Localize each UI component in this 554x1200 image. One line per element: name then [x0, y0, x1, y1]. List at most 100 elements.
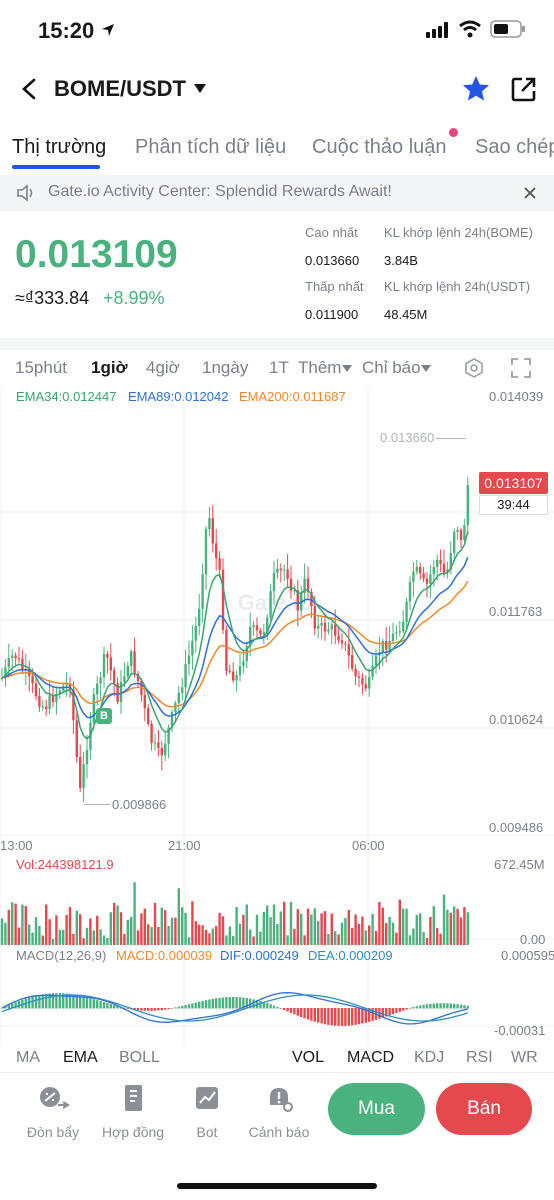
volume-bar	[133, 882, 136, 945]
volume-bar	[225, 935, 228, 945]
volume-bar	[269, 917, 272, 945]
candle-body	[123, 676, 126, 682]
volume-bar	[371, 914, 374, 945]
volume-bar	[330, 913, 333, 945]
time-tick-1: 13:00	[0, 838, 33, 853]
candle-body	[174, 703, 177, 713]
pair-title[interactable]: BOME/USDT	[54, 76, 186, 102]
candle-body	[11, 655, 14, 658]
volume-bar	[351, 927, 354, 945]
macd-bar	[177, 1006, 180, 1009]
fullscreen-icon[interactable]	[510, 357, 532, 379]
candle-body	[402, 621, 405, 632]
candle-body	[351, 655, 354, 669]
more-dropdown-icon[interactable]	[342, 365, 352, 373]
more-intervals-button[interactable]: Thêm	[298, 358, 346, 378]
volume-bar	[388, 916, 391, 945]
volume-bar	[164, 910, 167, 945]
interval-4h[interactable]: 4giờ	[146, 358, 180, 378]
volume-bar	[201, 925, 204, 945]
candle-body	[432, 567, 435, 575]
volume-bar	[109, 912, 112, 945]
candle-body	[201, 574, 204, 609]
candle-body	[31, 676, 34, 684]
volume-base-value: 3.84B	[384, 253, 418, 268]
fiat-price: ≈₫333.84	[15, 288, 90, 308]
macd-bar	[228, 997, 231, 1009]
macd-bar	[293, 1008, 296, 1015]
share-icon[interactable]	[510, 75, 538, 103]
interval-1h[interactable]: 1giờ	[91, 358, 128, 378]
chart-settings-icon[interactable]	[463, 357, 485, 379]
volume-bar	[198, 924, 201, 945]
candle-body	[133, 651, 136, 674]
volume-bar	[245, 904, 248, 945]
nav-contract[interactable]: Hợp đồng	[98, 1083, 168, 1140]
nav-leverage[interactable]: Đòn bẩy	[18, 1083, 88, 1140]
favorite-star-icon[interactable]	[461, 74, 491, 104]
volume-bar	[242, 914, 245, 945]
candle-body	[242, 661, 245, 666]
macd-bar	[429, 1003, 432, 1009]
indicator-wr[interactable]: WR	[511, 1049, 538, 1067]
candle-body	[113, 670, 116, 684]
candle-body	[7, 657, 10, 668]
sell-button[interactable]: Bán	[436, 1083, 532, 1135]
candle-body	[14, 655, 17, 659]
tab-market[interactable]: Thị trường	[12, 136, 106, 159]
indicator-macd[interactable]: MACD	[347, 1049, 394, 1067]
macd-bar	[436, 1003, 439, 1009]
announcement-bar[interactable]: Gate.io Activity Center: Splendid Reward…	[0, 175, 554, 211]
interval-1month[interactable]: 1T	[269, 358, 289, 378]
interval-1d[interactable]: 1ngày	[202, 358, 248, 378]
candle-body	[395, 632, 398, 634]
macd-bar	[439, 1003, 442, 1009]
nav-bot[interactable]: Bot	[172, 1083, 242, 1140]
candle-body	[334, 624, 337, 636]
indicator-ma[interactable]: MA	[16, 1049, 40, 1067]
high-marker-label: 0.013660	[380, 430, 435, 445]
indicators-dropdown-icon[interactable]	[421, 365, 431, 373]
candle-body	[439, 559, 442, 564]
candle-body	[313, 606, 316, 629]
candle-body	[96, 683, 99, 695]
volume-bar	[398, 899, 401, 945]
candle-body	[92, 694, 95, 723]
volume-bar	[463, 907, 466, 945]
interval-15m[interactable]: 15phút	[15, 358, 67, 378]
candle-body	[466, 485, 469, 526]
macd-bar	[313, 1008, 316, 1022]
macd-bar	[402, 1008, 405, 1011]
tab-data-analysis[interactable]: Phân tích dữ liệu	[135, 136, 286, 159]
volume-bar	[126, 919, 129, 945]
candle-body	[357, 676, 361, 678]
indicator-kdj[interactable]: KDJ	[414, 1049, 444, 1067]
indicator-rsi[interactable]: RSI	[466, 1049, 493, 1067]
indicator-boll[interactable]: BOLL	[119, 1049, 160, 1067]
back-chevron-icon[interactable]	[20, 78, 40, 100]
bot-icon	[196, 1087, 218, 1109]
indicator-ema[interactable]: EMA	[63, 1049, 98, 1067]
candle-body	[405, 601, 408, 622]
candle-body	[453, 531, 456, 554]
macd-bar	[85, 997, 89, 1009]
close-icon[interactable]	[523, 186, 537, 200]
indicators-button[interactable]: Chỉ báo	[362, 358, 421, 378]
macd-bar	[272, 1005, 276, 1009]
volume-bar	[235, 907, 238, 945]
buy-button[interactable]: Mua	[328, 1083, 425, 1135]
macd-bar	[463, 1005, 466, 1009]
volume-base-label: KL khớp lệnh 24h(BOME)	[384, 225, 533, 240]
candle-body	[374, 655, 378, 666]
volume-bar	[436, 927, 439, 945]
buy-marker[interactable]: B	[96, 708, 112, 724]
volume-bar	[92, 930, 95, 945]
candle-body	[391, 633, 395, 641]
indicator-vol[interactable]: VOL	[292, 1049, 324, 1067]
tab-discussion[interactable]: Cuộc thảo luận	[312, 136, 447, 159]
tab-copy[interactable]: Sao chép	[475, 136, 554, 159]
candle-body	[419, 566, 422, 574]
volume-bar	[354, 914, 357, 945]
pair-dropdown-icon[interactable]	[193, 83, 207, 95]
nav-alert[interactable]: Cảnh báo	[244, 1083, 314, 1140]
